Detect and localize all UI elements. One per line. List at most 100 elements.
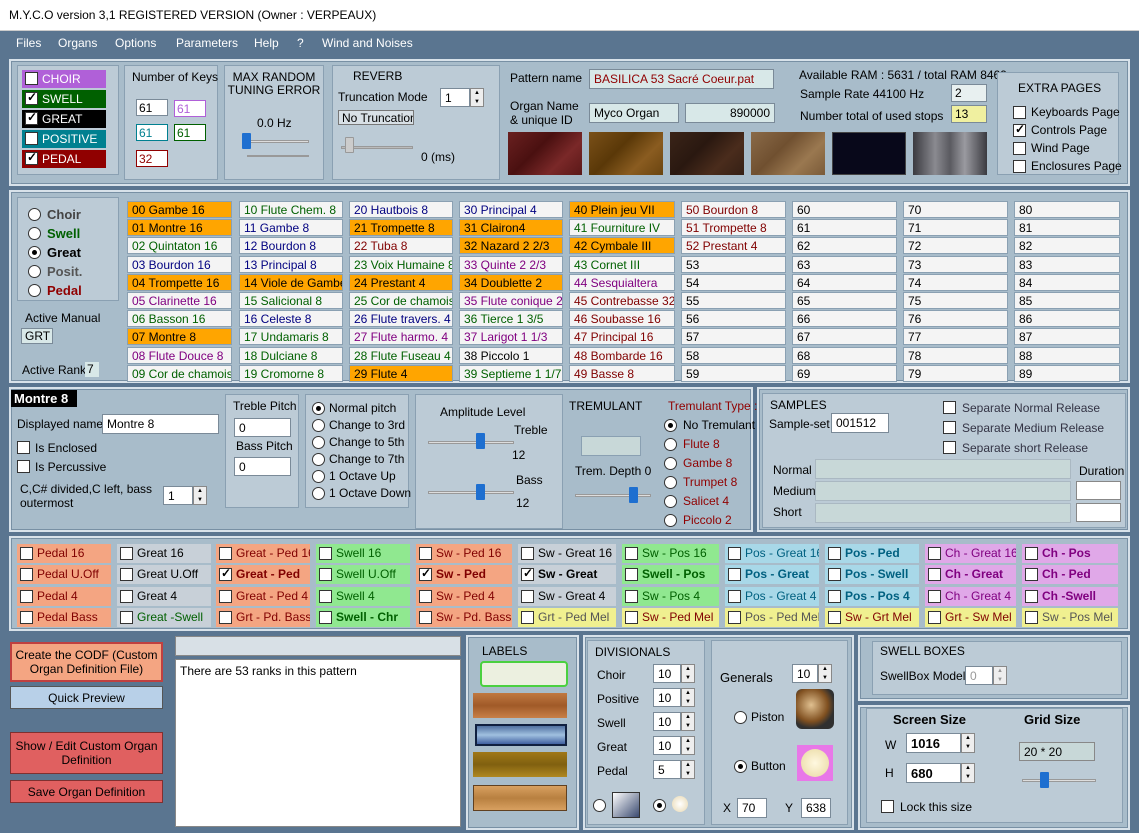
extra-page-checkbox-2[interactable] — [1013, 142, 1026, 155]
rank-42[interactable]: 42 Cymbale III — [569, 237, 675, 255]
rank-88[interactable]: 88 — [1014, 346, 1120, 364]
rank-17[interactable]: 17 Undamaris 8 — [239, 328, 343, 346]
coupler-checkbox[interactable] — [120, 568, 133, 582]
rank-39[interactable]: 39 Septieme 1 1/7 — [459, 364, 563, 382]
coupler-checkbox[interactable] — [828, 568, 841, 582]
sample-set-input[interactable]: 001512 — [831, 413, 889, 433]
coupler-5-1[interactable]: Sw - Great — [518, 565, 616, 585]
duration-field-2[interactable] — [1076, 503, 1121, 522]
rank-54[interactable]: 54 — [681, 273, 786, 291]
divisional-style-radio-1[interactable] — [593, 799, 606, 812]
coupler-checkbox[interactable] — [928, 568, 941, 582]
organ-id-field[interactable]: 890000 — [685, 103, 775, 123]
rank-50[interactable]: 50 Bourdon 8 — [681, 201, 786, 218]
coupler-checkbox[interactable] — [521, 566, 534, 582]
manual-enable-positive[interactable]: POSITIVE — [22, 130, 106, 148]
coupler-7-0[interactable]: Pos - Great 16 — [725, 544, 819, 563]
rank-12[interactable]: 12 Bourdon 8 — [239, 237, 343, 255]
rank-87[interactable]: 87 — [1014, 328, 1120, 346]
label-style-3[interactable] — [475, 724, 567, 746]
coupler-checkbox[interactable] — [319, 547, 332, 560]
treble-slider[interactable] — [428, 441, 514, 444]
coupler-7-2[interactable]: Pos - Great 4 — [725, 586, 819, 606]
rank-27[interactable]: 27 Flute harmo. 4 — [349, 328, 453, 346]
sample-rate-field[interactable]: 2 — [951, 84, 987, 102]
coupler-checkbox[interactable] — [728, 547, 741, 560]
coupler-5-2[interactable]: Sw - Great 4 — [518, 586, 616, 606]
coupler-0-1[interactable]: Pedal U.Off — [17, 565, 111, 585]
coupler-checkbox[interactable] — [20, 568, 33, 582]
rank-21[interactable]: 21 Trompette 8 — [349, 219, 453, 237]
rank-82[interactable]: 82 — [1014, 237, 1120, 255]
coupler-6-1[interactable]: Swell - Pos — [622, 565, 719, 585]
rank-37[interactable]: 37 Larigot 1 1/3 — [459, 328, 563, 346]
pitch-radio-3[interactable] — [312, 453, 325, 466]
dark-texture[interactable] — [832, 132, 906, 175]
rank-05[interactable]: 05 Clarinette 16 — [127, 292, 232, 309]
release-checkbox-2[interactable] — [943, 441, 956, 454]
rank-63[interactable]: 63 — [792, 255, 897, 273]
coupler-checkbox[interactable] — [1025, 610, 1038, 624]
coupler-3-2[interactable]: Swell 4 — [316, 586, 410, 606]
menu-item-0[interactable]: Files — [16, 36, 41, 50]
menu-item-6[interactable]: Wind and Noises — [322, 36, 413, 50]
wood-texture-2[interactable] — [589, 132, 663, 175]
rank-14[interactable]: 14 Viole de Gambe — [239, 273, 343, 291]
tuning-slider-thumb[interactable] — [242, 133, 251, 149]
rank-84[interactable]: 84 — [1014, 273, 1120, 291]
rank-15[interactable]: 15 Salicional 8 — [239, 292, 343, 309]
label-style-2[interactable] — [473, 693, 567, 718]
rank-55[interactable]: 55 — [681, 292, 786, 309]
pitch-radio-4[interactable] — [312, 470, 325, 483]
manual-select-radio-0[interactable] — [28, 208, 41, 221]
divisional-spinner-0[interactable]: ▲ ▼ — [681, 664, 695, 683]
coupler-4-1[interactable]: Sw - Ped — [416, 565, 512, 585]
coupler-checkbox[interactable] — [319, 589, 332, 603]
rank-25[interactable]: 25 Cor de chamois — [349, 292, 453, 309]
coupler-2-0[interactable]: Great - Ped 16 — [216, 544, 310, 563]
extra-page-checkbox-1[interactable] — [1013, 122, 1026, 137]
menu-item-3[interactable]: Parameters — [176, 36, 238, 50]
coupler-checkbox[interactable] — [728, 568, 741, 582]
coupler-checkbox[interactable] — [625, 547, 638, 560]
rank-66[interactable]: 66 — [792, 310, 897, 328]
rank-30[interactable]: 30 Principal 4 — [459, 201, 563, 218]
rank-68[interactable]: 68 — [792, 346, 897, 364]
rank-20[interactable]: 20 Hautbois 8 — [349, 201, 453, 218]
manual-enable-great[interactable]: GREAT — [22, 110, 106, 128]
keys-choir[interactable]: 61 — [136, 99, 168, 116]
rank-19[interactable]: 19 Cromorne 8 — [239, 364, 343, 382]
coupler-checkbox[interactable] — [1025, 568, 1038, 582]
coupler-checkbox[interactable] — [625, 610, 638, 624]
coupler-checkbox[interactable] — [219, 589, 232, 603]
coupler-checkbox[interactable] — [1025, 589, 1038, 603]
coupler-checkbox[interactable] — [828, 589, 841, 603]
swellbox-model-input[interactable]: 0 — [965, 666, 993, 685]
coupler-1-2[interactable]: Great 4 — [117, 586, 211, 606]
rank-02[interactable]: 02 Quintaton 16 — [127, 237, 232, 255]
coupler-checkbox[interactable] — [928, 589, 941, 603]
organ-name-field[interactable]: Myco Organ — [589, 103, 679, 123]
rank-28[interactable]: 28 Flute Fuseau 4 — [349, 346, 453, 364]
rank-03[interactable]: 03 Bourdon 16 — [127, 255, 232, 273]
rank-75[interactable]: 75 — [903, 292, 1008, 309]
tremulant-radio-5[interactable] — [664, 514, 677, 527]
gen-x-input[interactable]: 70 — [737, 798, 767, 818]
rank-22[interactable]: 22 Tuba 8 — [349, 237, 453, 255]
trem-depth-thumb[interactable] — [629, 487, 638, 503]
divisional-spinner-2[interactable]: ▲ ▼ — [681, 712, 695, 731]
rank-34[interactable]: 34 Doublette 2 — [459, 273, 563, 291]
rank-04[interactable]: 04 Trompette 16 — [127, 273, 232, 291]
coupler-checkbox[interactable] — [728, 589, 741, 603]
rank-65[interactable]: 65 — [792, 292, 897, 309]
rank-80[interactable]: 80 — [1014, 201, 1120, 218]
coupler-checkbox[interactable] — [625, 589, 638, 603]
menu-item-1[interactable]: Organs — [58, 36, 97, 50]
treble-pitch-input[interactable]: 0 — [234, 418, 291, 437]
manual-checkbox[interactable] — [25, 72, 38, 85]
rank-51[interactable]: 51 Trompette 8 — [681, 219, 786, 237]
coupler-checkbox[interactable] — [20, 610, 33, 624]
coupler-checkbox[interactable] — [219, 547, 232, 560]
coupler-checkbox[interactable] — [219, 566, 232, 582]
rank-24[interactable]: 24 Prestant 4 — [349, 273, 453, 291]
